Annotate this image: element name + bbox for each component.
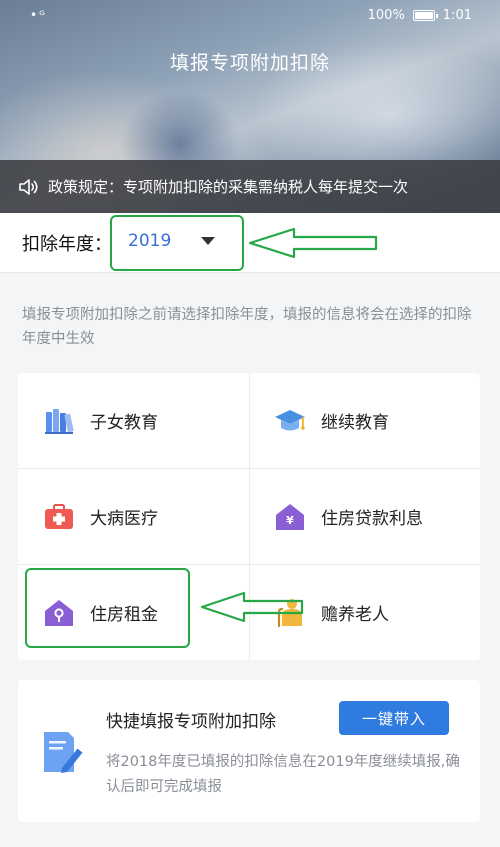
books-icon [45,408,74,434]
deduction-label: 子女教育 [90,413,158,433]
annotation-arrow [248,227,378,259]
document-pen-icon [44,732,84,773]
deduction-label: 大病医疗 [90,509,158,529]
svg-text:¥: ¥ [286,514,294,527]
medical-kit-icon [45,503,73,529]
rent-highlight-box [25,568,190,648]
deduction-mortgage-interest[interactable]: ¥ 住房贷款利息 [249,469,480,564]
speaker-icon [19,178,38,195]
quick-fill-card: 快捷填报专项附加扣除 一键带入 将2018年度已填报的扣除信息在2019年度继续… [18,680,480,822]
graduation-cap-icon [275,409,305,430]
year-highlight-box [110,215,244,271]
deduction-continuing-education[interactable]: 继续教育 [249,373,480,468]
annotation-arrow [200,591,304,623]
deduction-label: 住房贷款利息 [321,509,423,529]
page-title: 填报专项附加扣除 [169,52,330,74]
status-bar: •ᴳ 100% 1:01 [0,0,500,32]
quick-fill-description: 将2018年度已填报的扣除信息在2019年度继续填报,确认后即可完成填报 [106,754,460,795]
house-yen-icon: ¥ [276,503,304,530]
clock: 1:01 [442,8,472,23]
policy-text: 政策规定：专项附加扣除的采集需纳税人每年提交一次 [48,178,409,196]
deduction-children-education[interactable]: 子女教育 [18,373,249,468]
signal-icon: •ᴳ [30,8,47,22]
one-click-import-button[interactable]: 一键带入 [339,701,449,735]
deduction-label: 赡养老人 [321,605,389,625]
quick-fill-title: 快捷填报专项附加扣除 [106,712,276,732]
battery-icon [412,10,438,21]
header-banner: •ᴳ 100% 1:01 填报专项附加扣除 政策规定：专项附加扣除的采集需纳税人… [0,0,500,213]
deduction-label: 继续教育 [321,413,389,433]
year-selector-row: 扣除年度： 2019 [0,213,500,273]
battery-percent: 100% [367,8,405,23]
year-label: 扣除年度： [22,234,112,255]
deduction-serious-illness[interactable]: 大病医疗 [18,469,249,564]
year-hint-text: 填报专项附加扣除之前请选择扣除年度，填报的信息将会在选择的扣除年度中生效 [22,307,472,347]
policy-notice[interactable]: 政策规定：专项附加扣除的采集需纳税人每年提交一次 [0,160,500,213]
